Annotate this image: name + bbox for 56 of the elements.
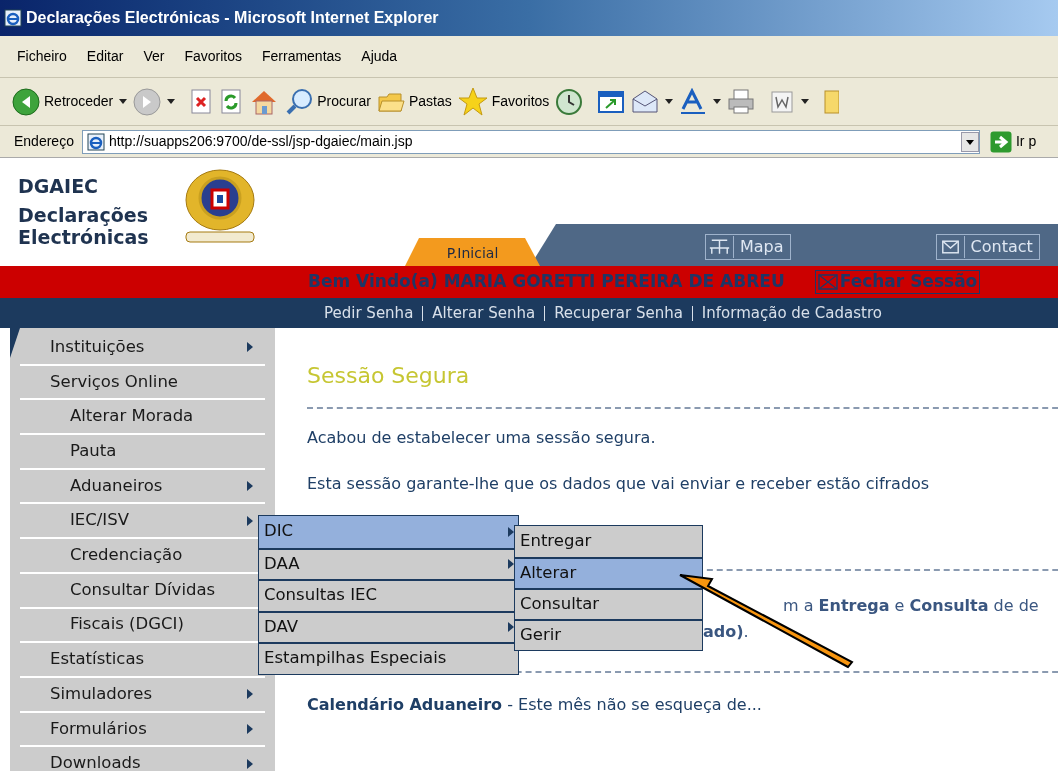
menu-item[interactable]: Alterar <box>515 557 702 588</box>
menu-item[interactable]: Ajuda <box>356 46 403 67</box>
menu-item[interactable]: Ferramentas <box>256 46 347 67</box>
sidebar-item[interactable]: Pauta <box>20 435 265 470</box>
document-icon[interactable] <box>769 88 796 115</box>
paragraph-text: Acabou de estabelecer uma sessão segura. <box>307 427 657 449</box>
search-icon <box>285 87 314 116</box>
welcome-text: Bem Vindo(a) MARIA GORETTI PEREIRA DE ABREU <box>308 270 785 294</box>
dropdown-caret-icon[interactable] <box>713 99 722 104</box>
brand-name: DGAIEC <box>18 174 100 198</box>
address-label: Endereço <box>14 132 74 151</box>
sidebar-item[interactable]: Alterar Morada <box>20 400 265 436</box>
window-title: Declarações Electrónicas - Microsoft Internet Explorer <box>26 8 439 28</box>
mail-icon <box>815 271 840 293</box>
sidebar-item[interactable]: Aduaneiros <box>20 469 265 505</box>
ie-icon <box>4 9 22 27</box>
favorites-button[interactable]: Favoritos <box>457 86 550 117</box>
paragraph-text: ado). <box>703 621 750 643</box>
page-icon <box>86 132 105 151</box>
account-link[interactable]: Pedir Senha <box>324 305 414 321</box>
site-subtitle: Declarações Electrónicas <box>18 204 150 248</box>
printer-icon[interactable] <box>727 87 756 116</box>
sitemap-link[interactable]: Mapa <box>705 234 791 260</box>
menu-item[interactable]: Favoritos <box>179 46 247 67</box>
menu-item[interactable]: Ficheiro <box>12 46 72 67</box>
menu-item[interactable]: DIC <box>259 516 518 548</box>
account-link[interactable]: Recuperar Senha <box>544 305 683 321</box>
address-field[interactable]: http://suapps206:9700/de-ssl/jsp-dgaiec/main.jsp <box>81 129 980 154</box>
sidebar-item[interactable]: Serviços Online <box>20 365 265 401</box>
sidebar-item[interactable]: Formulários <box>20 712 265 748</box>
dropdown-caret-icon[interactable] <box>167 99 176 104</box>
contact-link[interactable]: Contact <box>935 234 1040 260</box>
menu-item[interactable]: Editar <box>81 46 129 67</box>
sidebar-item[interactable]: Simuladores <box>20 677 265 713</box>
font-size-icon[interactable] <box>679 87 708 116</box>
sidebar-item[interactable]: Downloads <box>20 747 265 771</box>
go-button[interactable]: Ir p <box>989 130 1037 153</box>
sidebar-item[interactable]: Instituições <box>20 331 265 366</box>
dropdown-caret-icon[interactable] <box>801 99 810 104</box>
paragraph-text: m a Entrega e Consulta de de <box>783 595 1040 617</box>
dropdown-caret-icon[interactable] <box>119 99 128 104</box>
page-title: Sessão Segura <box>307 362 471 390</box>
folders-button[interactable]: Pastas <box>376 88 452 115</box>
star-icon <box>457 86 488 117</box>
paragraph-text: Esta sessão garante-lhe que os dados que vai enviar e receber estão cifrados <box>307 473 931 495</box>
history-icon[interactable] <box>555 87 584 116</box>
calendar-text: Calendário Aduaneiro - Este mês não se esqueça de... <box>307 694 763 716</box>
menu-item[interactable]: Ver <box>138 46 170 67</box>
account-link[interactable]: Alterar Senha <box>422 305 536 321</box>
refresh-icon[interactable] <box>219 88 244 115</box>
back-button[interactable]: Retroceder <box>12 87 114 116</box>
stop-icon[interactable] <box>189 88 214 115</box>
account-link[interactable]: Informação de Cadastro <box>691 305 882 321</box>
home-tab[interactable]: P.Inicial <box>405 238 540 266</box>
dropdown-caret-icon[interactable] <box>665 99 674 104</box>
search-button[interactable]: Procurar <box>285 87 371 116</box>
